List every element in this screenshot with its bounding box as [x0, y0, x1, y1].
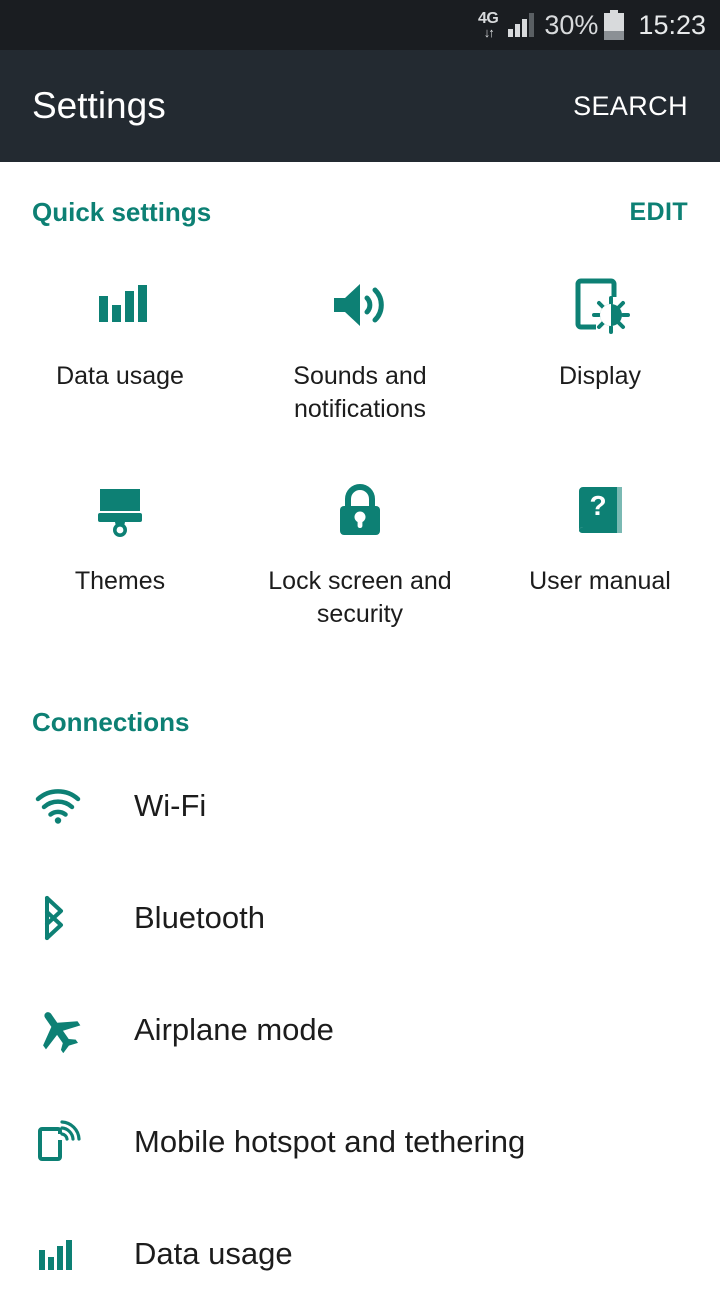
battery-percent-label: 30%	[544, 9, 599, 40]
list-item-mobile-hotspot-and-tethering[interactable]: Mobile hotspot and tethering	[0, 1086, 720, 1198]
page-title: Settings	[32, 85, 166, 126]
quick-tile-label: Lock screen and security	[268, 567, 452, 628]
paint-brush-icon	[91, 477, 149, 543]
clock-label: 15:23	[638, 9, 706, 40]
svg-text:?: ?	[589, 490, 606, 521]
quick-tile-sounds-and-notifications[interactable]: Sounds and notifications	[240, 240, 480, 445]
lock-icon	[334, 477, 386, 543]
quick-settings-title: Quick settings	[32, 196, 212, 227]
quick-tile-label: Display	[559, 362, 641, 390]
quick-settings-grid: Data usage Sounds and notifications Disp…	[0, 240, 720, 650]
quick-tile-label: Data usage	[56, 362, 184, 390]
mobile-hotspot-icon	[34, 1118, 96, 1166]
connections-list: Wi-Fi Bluetooth Airplane mode Mobile hot…	[0, 750, 720, 1310]
list-item-label: Wi-Fi	[134, 788, 207, 823]
battery-indicator: 30%	[544, 9, 625, 41]
quick-tile-lock-screen-and-security[interactable]: Lock screen and security	[240, 445, 480, 650]
wifi-icon	[34, 786, 96, 826]
list-item-bluetooth[interactable]: Bluetooth	[0, 862, 720, 974]
quick-tile-label: User manual	[529, 567, 671, 595]
quick-tile-user-manual[interactable]: ? User manual	[480, 445, 720, 650]
quick-tile-display[interactable]: Display	[480, 240, 720, 445]
connections-title: Connections	[32, 706, 190, 737]
battery-icon	[604, 10, 625, 40]
list-item-label: Airplane mode	[134, 1012, 334, 1047]
network-type-indicator: 4G ↓↑	[478, 11, 499, 40]
bluetooth-icon	[34, 894, 96, 942]
app-bar: Settings SEARCH	[0, 50, 720, 162]
data-transfer-arrows-icon: ↓↑	[483, 25, 495, 40]
quick-settings-header: Quick settings EDIT	[0, 184, 720, 240]
edit-button[interactable]: EDIT	[629, 198, 688, 227]
display-brightness-icon	[570, 272, 630, 338]
quick-tile-themes[interactable]: Themes	[0, 445, 240, 650]
signal-strength-icon	[508, 13, 535, 37]
status-bar: 4G ↓↑ 30% 15:23	[0, 0, 720, 50]
connections-header: Connections	[0, 694, 720, 750]
list-item-label: Data usage	[134, 1236, 293, 1271]
quick-tile-label: Sounds and notifications	[293, 362, 427, 423]
search-button[interactable]: SEARCH	[573, 91, 688, 122]
airplane-icon	[34, 1007, 96, 1053]
book-question-icon: ?	[571, 477, 629, 543]
data-usage-icon	[34, 1232, 96, 1276]
data-usage-icon	[91, 272, 149, 338]
list-item-data-usage[interactable]: Data usage	[0, 1198, 720, 1310]
quick-tile-label: Themes	[74, 567, 166, 595]
list-item-label: Mobile hotspot and tethering	[134, 1124, 526, 1159]
list-item-wifi[interactable]: Wi-Fi	[0, 750, 720, 862]
list-item-label: Bluetooth	[134, 900, 265, 935]
volume-icon	[328, 272, 392, 338]
quick-tile-data-usage[interactable]: Data usage	[0, 240, 240, 445]
list-item-airplane-mode[interactable]: Airplane mode	[0, 974, 720, 1086]
